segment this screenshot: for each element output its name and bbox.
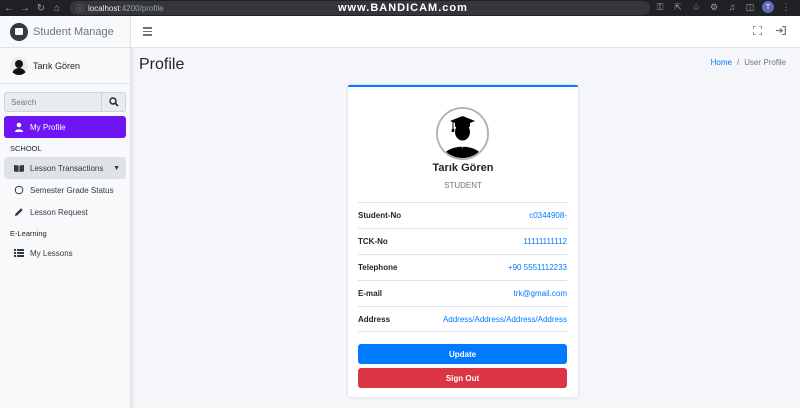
sign-out-button[interactable]: Sign Out [358,368,567,388]
field-value: trk@gmail.com [513,289,567,298]
chevron-down-icon: ▼ [113,164,120,172]
profile-card: Tarık Gören STUDENT Student-No c0344908-… [348,85,578,397]
forward-icon[interactable]: → [18,1,32,15]
field-value: c0344908- [529,211,567,220]
sidebar-item-lesson-request[interactable]: Lesson Request [4,201,126,223]
list-item: Telephone +90 5551112233 [358,254,567,280]
field-value: Address/Address/Address/Address [442,314,567,324]
list-item: E-mail trk@gmail.com [358,280,567,306]
user-avatar [10,56,28,75]
url-path: :4200/profile [119,3,164,13]
brand-link[interactable]: Student Manage [0,16,130,48]
profile-name: Tarık Gören [432,162,494,174]
field-label: Student-No [358,211,402,220]
browser-actions: ⚿ ⇱ ☆ ⚙ ♫ ◫ T ⋮ [654,1,792,13]
url-host: localhost [88,3,120,13]
sidebar-item-label: Lesson Request [30,207,88,217]
sidebar-search [4,92,126,112]
sidebar-item-lesson-transactions[interactable]: Lesson Transactions ▼ [4,157,126,179]
back-icon[interactable]: ← [2,1,16,15]
profile-info-list: Student-No c0344908- TCK-No 11111111112 … [358,202,567,332]
sidebar-item-label: Lesson Transactions [30,163,104,173]
menu-icon[interactable]: ⋮ [780,2,792,13]
star-icon[interactable]: ☆ [690,2,702,13]
browser-toolbar: ← → ↻ ⌂ ⓘ localhost:4200/profile www.BAN… [0,0,800,16]
list-item: Student-No c0344908- [358,202,567,228]
field-label: Address [358,314,391,324]
browser-profile-avatar[interactable]: T [762,1,774,13]
search-input[interactable] [5,93,101,111]
update-button[interactable]: Update [358,344,567,364]
home-icon[interactable]: ⌂ [50,1,64,15]
breadcrumb-current: User Profile [744,58,786,67]
page-title: Profile [139,56,185,73]
list-item: TCK-No 11111111112 [358,228,567,254]
sidebar-item-label: My Profile [30,122,66,132]
breadcrumb-separator: / [736,58,740,67]
sidebar-item-my-lessons[interactable]: My Lessons [4,242,126,264]
sidebar-item-my-profile[interactable]: My Profile [4,116,126,138]
profile-role: STUDENT [444,181,482,190]
sidebar-item-label: Semester Grade Status [30,185,114,195]
field-label: TCK-No [358,237,388,246]
sidebar: Student Manage Tarık Gören My Profile SC… [0,16,131,408]
fullscreen-icon[interactable] [752,25,763,37]
book-icon [14,163,24,173]
search-button[interactable] [101,93,125,111]
top-navbar [131,16,800,48]
brand-logo-icon [10,22,28,41]
field-label: Telephone [358,263,398,272]
profile-avatar-icon [436,107,489,160]
info-icon: ⓘ [76,3,84,13]
breadcrumb-home-link[interactable]: Home [711,58,732,67]
sidebar-user-name: Tarık Gören [33,60,81,71]
share-icon[interactable]: ⇱ [672,2,684,13]
user-panel[interactable]: Tarık Gören [0,48,130,84]
field-value: +90 5551112233 [507,263,567,272]
brand-text: Student Manage [33,25,114,38]
extensions-icon[interactable]: ⚙ [708,2,720,13]
user-icon [14,122,24,132]
hamburger-menu-icon[interactable] [143,27,152,36]
breadcrumb: Home / User Profile [711,58,786,67]
sidebar-item-label: My Lessons [30,248,73,258]
list-item: Address Address/Address/Address/Address [358,306,567,332]
field-value: 11111111112 [523,237,567,246]
reload-icon[interactable]: ↻ [34,1,48,15]
field-label: E-mail [358,289,383,298]
sidebar-item-semester-grade-status[interactable]: Semester Grade Status [4,179,126,201]
search-icon [108,97,119,107]
circle-icon [14,185,24,195]
logout-icon[interactable] [776,25,786,37]
nav-header-e-learning: E-Learning [10,229,47,238]
list-icon [14,248,24,258]
sidepanel-icon[interactable]: ◫ [744,2,756,13]
media-icon[interactable]: ♫ [726,2,738,12]
recording-watermark: www.BANDICAM.com [338,2,468,14]
nav-header-school: SCHOOL [10,144,42,153]
key-icon[interactable]: ⚿ [654,2,666,13]
pencil-icon [14,207,24,217]
